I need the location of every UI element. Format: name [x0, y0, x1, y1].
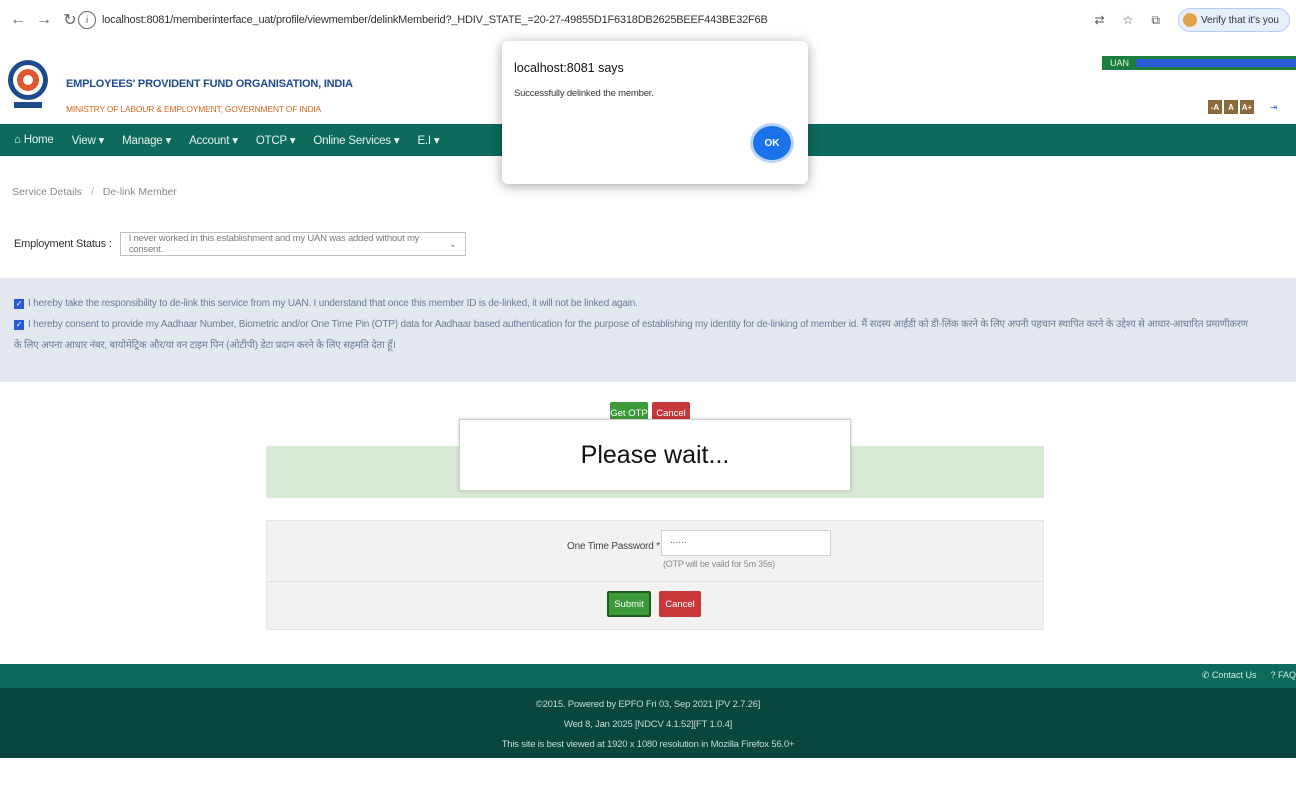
responsibility-text: I hereby take the responsibility to de-l… [28, 298, 638, 309]
ok-button[interactable]: OK [750, 123, 794, 163]
browser-toolbar: ← → ↻ i localhost:8081/memberinterface_u… [0, 0, 1296, 40]
nav-view-label: View [71, 135, 96, 147]
aadhaar-consent-text: I hereby consent to provide my Aadhaar N… [28, 319, 1248, 330]
url-text: localhost:8081/memberinterface_uat/profi… [102, 14, 768, 26]
footer-links-bar: ✆ Contact Us ? FAQ [0, 664, 1296, 688]
nav-online-services-label: Online Services [313, 135, 391, 147]
aadhaar-consent-text-2: के लिए अपना आधार नंबर, बायोमेट्रिक और/या… [14, 340, 396, 351]
footer-version: Wed 8, Jan 2025 [NDCV 4.1.52][FT 1.0.4] [563, 719, 733, 730]
nav-ei-label: E.I [417, 135, 431, 147]
aadhaar-consent-checkbox[interactable]: ✓ [14, 320, 24, 330]
breadcrumb-separator: / [90, 186, 94, 198]
nav-account[interactable]: Account ▾ [189, 133, 238, 147]
translate-icon[interactable]: ⇄ [1095, 13, 1105, 27]
text-increase-button[interactable]: A+ [1240, 100, 1254, 114]
question-icon: ? [1270, 670, 1276, 680]
dialog-message: Successfully delinked the member. [514, 88, 654, 99]
footer: ©2015. Powered by EPFO Fri 03, Sep 2021 … [0, 688, 1296, 758]
faq-link[interactable]: ? FAQ [1270, 670, 1296, 681]
breadcrumb-delink-member: De-link Member [102, 186, 177, 198]
nav-manage[interactable]: Manage ▾ [122, 133, 171, 147]
logout-icon: ⇥ [1270, 102, 1278, 112]
logout-link[interactable]: ⇥ [1270, 102, 1277, 113]
otp-validity-hint: (OTP will be valid for 5m 35s) [663, 559, 775, 569]
consent-aadhaar-cont: के लिए अपना आधार नंबर, बायोमेट्रिक और/या… [14, 338, 1282, 354]
home-icon: ⌂ [14, 134, 21, 146]
profile-avatar-icon [1182, 13, 1197, 27]
contact-us-link[interactable]: ✆ Contact Us [1202, 670, 1257, 681]
org-name: EMPLOYEES' PROVIDENT FUND ORGANISATION, … [66, 78, 353, 90]
uan-label: UAN [1110, 58, 1130, 68]
dialog-title: localhost:8081 says [514, 61, 624, 75]
otp-panel: One Time Password * ...... (OTP will be … [266, 520, 1044, 630]
employment-status-value: I never worked in this establishment and… [128, 233, 420, 255]
bookmark-star-icon[interactable]: ☆ [1123, 13, 1134, 27]
otp-submit-actions: Submit Cancel [607, 591, 701, 617]
nav-online-services[interactable]: Online Services ▾ [313, 133, 399, 147]
phone-icon: ✆ [1201, 670, 1210, 680]
divider [267, 581, 1043, 582]
nav-manage-label: Manage [122, 135, 163, 147]
text-decrease-button[interactable]: -A [1208, 100, 1222, 114]
otp-input[interactable]: ...... [661, 530, 831, 556]
breadcrumb: Service Details / De-link Member [12, 186, 177, 198]
employment-status-select[interactable]: I never worked in this establishment and… [119, 232, 466, 256]
nav-view[interactable]: View ▾ [72, 133, 105, 147]
nav-home-label: Home [23, 134, 54, 146]
nav-otcp-label: OTCP [255, 135, 287, 147]
breadcrumb-service-details[interactable]: Service Details [12, 186, 82, 198]
otp-label: One Time Password * [567, 541, 660, 552]
extensions-icon[interactable]: ⧉ [1151, 13, 1160, 28]
ministry-name: MINISTRY OF LABOUR & EMPLOYMENT, GOVERNM… [66, 104, 322, 114]
employment-status-label: Employment Status : [14, 238, 112, 250]
otp-cancel-button[interactable]: Cancel [659, 591, 701, 617]
consent-responsibility: ✓ I hereby take the responsibility to de… [14, 296, 1282, 312]
footer-powered-by: ©2015. Powered by EPFO Fri 03, Sep 2021 … [535, 699, 761, 710]
forward-icon[interactable]: → [34, 10, 54, 30]
submit-button[interactable]: Submit [607, 591, 651, 617]
employment-status-row: Employment Status : I never worked in th… [14, 232, 466, 256]
nav-home[interactable]: ⌂ Home [14, 134, 54, 146]
text-normal-button[interactable]: A [1224, 100, 1238, 114]
uan-redacted [1136, 59, 1296, 67]
uan-badge: UAN [1102, 56, 1296, 70]
chevron-down-icon: ⌄ [448, 238, 457, 250]
site-info-icon[interactable]: i [78, 11, 96, 29]
consent-aadhaar: ✓ I hereby consent to provide my Aadhaar… [14, 317, 1282, 333]
consent-section: ✓ I hereby take the responsibility to de… [0, 278, 1296, 382]
nav-otcp[interactable]: OTCP ▾ [256, 133, 296, 147]
reload-icon[interactable]: ↻ [60, 10, 80, 30]
browser-actions: ⇄ ☆ ⧉ Verify that it's you [1095, 8, 1290, 32]
faq-label: FAQ [1277, 670, 1296, 680]
text-size-controls: -A A A+ [1208, 100, 1254, 114]
contact-us-label: Contact Us [1211, 670, 1257, 680]
footer-best-viewed: This site is best viewed at 1920 x 1080 … [501, 739, 795, 750]
alert-dialog: localhost:8081 says Successfully delinke… [502, 41, 808, 184]
epfo-logo [8, 60, 48, 108]
footer-links: ✆ Contact Us ? FAQ [1202, 670, 1296, 681]
responsibility-checkbox[interactable]: ✓ [14, 299, 24, 309]
back-icon[interactable]: ← [8, 10, 28, 30]
address-bar[interactable]: i localhost:8081/memberinterface_uat/pro… [78, 6, 1078, 34]
profile-verify-button[interactable]: Verify that it's you [1177, 8, 1290, 32]
verify-label: Verify that it's you [1200, 14, 1279, 26]
nav-account-label: Account [189, 135, 230, 147]
nav-ei[interactable]: E.I ▾ [417, 133, 439, 147]
please-wait-overlay: Please wait... [459, 419, 851, 491]
